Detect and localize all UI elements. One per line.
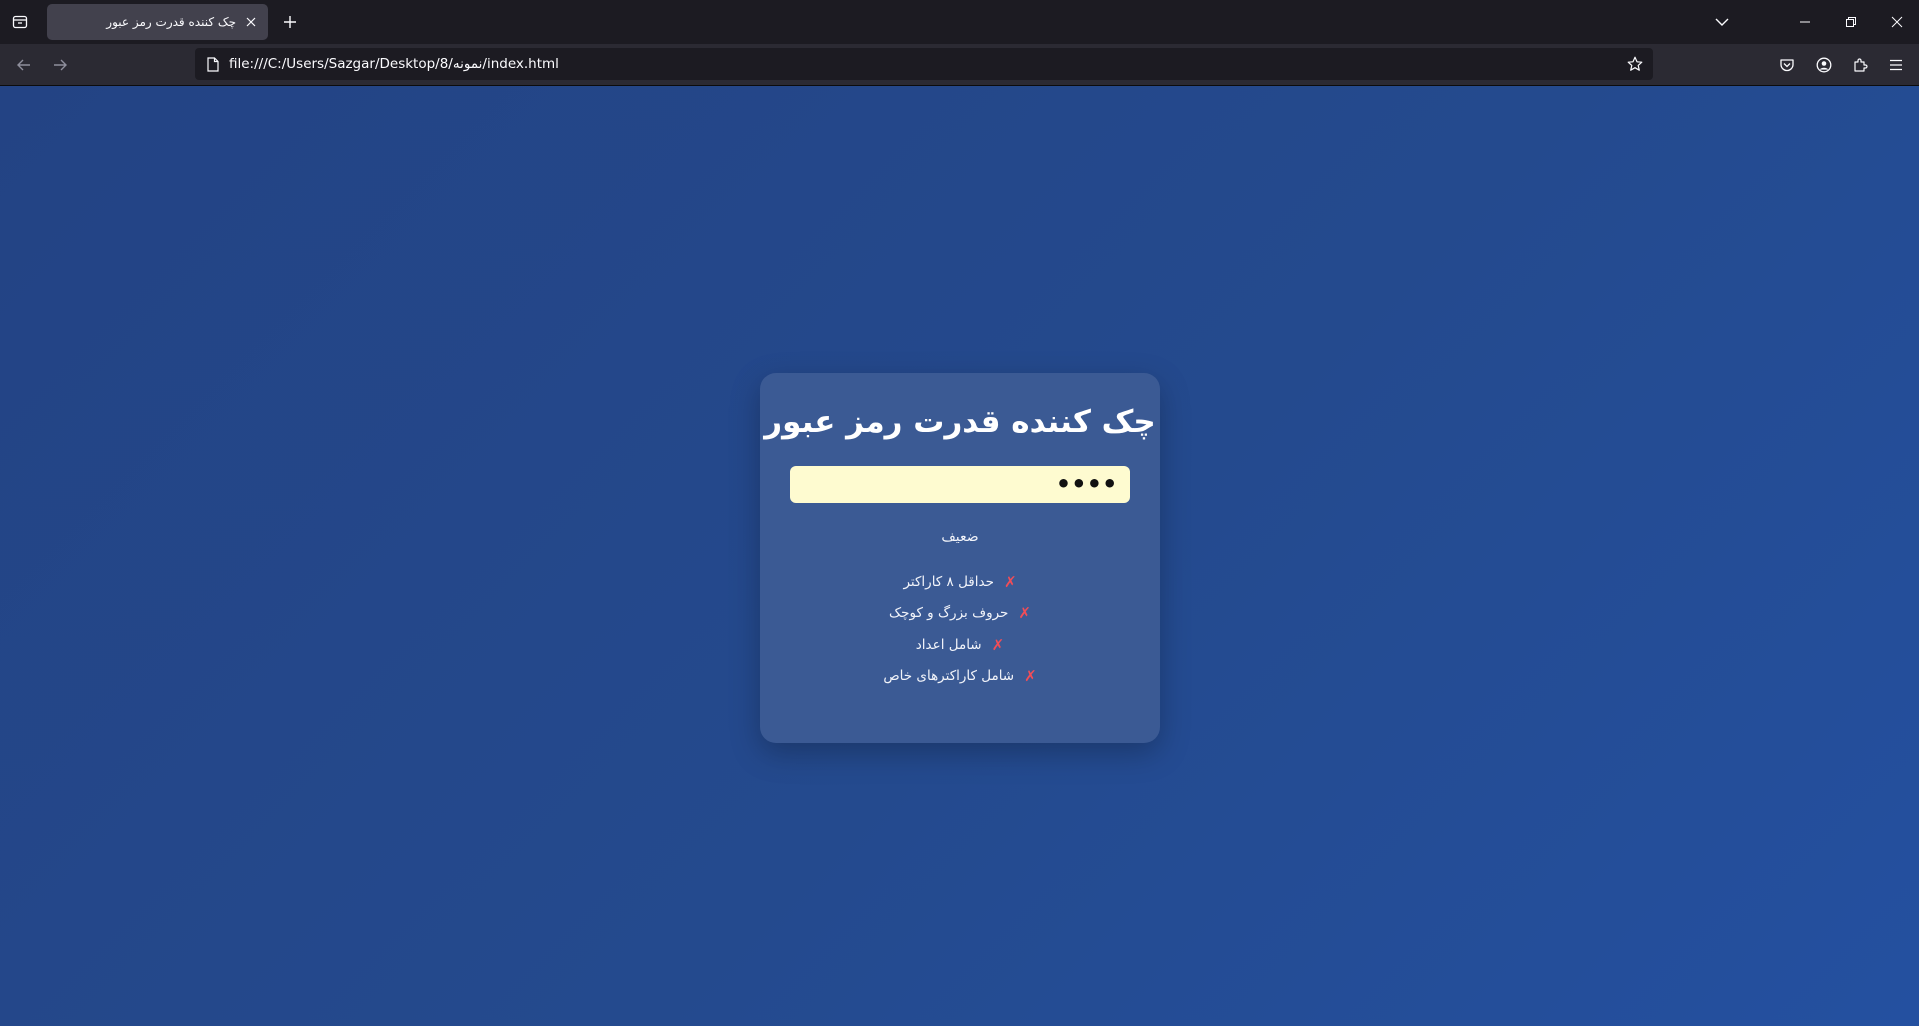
password-input[interactable] [790,466,1130,503]
tab-strip: چک کننده قدرت رمز عبور [0,0,1919,44]
requirement-label: حداقل ۸ کاراکتر [903,573,994,590]
firefox-view-icon[interactable] [8,8,32,36]
requirements-list: ✗ حداقل ۸ کاراکتر ✗ حروف بزرگ و کوچک ✗ ش… [760,566,1160,692]
tab-title: چک کننده قدرت رمز عبور [106,15,236,29]
requirement-label: حروف بزرگ و کوچک [889,605,1009,622]
strength-label: ضعیف [941,529,979,545]
fail-x-icon: ✗ [1018,604,1031,623]
tab-active[interactable]: چک کننده قدرت رمز عبور [47,4,268,40]
requirement-numbers: ✗ شامل اعداد [760,629,1160,661]
page-title: چک کننده قدرت رمز عبور [764,404,1156,440]
requirement-label: شامل اعداد [915,636,982,653]
chevron-down-icon[interactable] [1710,9,1734,35]
extensions-icon[interactable] [1847,52,1873,78]
fail-x-icon: ✗ [1003,572,1017,591]
hamburger-menu-icon[interactable] [1883,52,1909,78]
url-bar[interactable]: file:///C:/Users/Sazgar/Desktop/8/نمونه/… [195,48,1653,80]
minimize-icon[interactable] [1782,0,1828,44]
new-tab-icon[interactable] [279,9,301,35]
restore-icon[interactable] [1828,0,1874,44]
account-icon[interactable] [1811,52,1837,78]
back-arrow-icon[interactable] [9,50,39,80]
pocket-icon[interactable] [1774,52,1800,78]
close-tab-icon[interactable] [242,13,260,31]
requirement-min-length: ✗ حداقل ۸ کاراکتر [760,566,1160,598]
navigation-toolbar: file:///C:/Users/Sazgar/Desktop/8/نمونه/… [0,44,1919,86]
bookmark-star-icon[interactable] [1625,54,1645,74]
requirement-label: شامل کاراکترهای خاص [883,668,1015,685]
password-checker-card: چک کننده قدرت رمز عبور ضعیف ✗ حداقل ۸ کا… [760,373,1160,743]
requirement-special-chars: ✗ شامل کاراکترهای خاص [760,661,1160,693]
page-icon [204,55,222,73]
forward-arrow-icon[interactable] [45,50,75,80]
close-window-icon[interactable] [1874,0,1919,44]
requirement-mixed-case: ✗ حروف بزرگ و کوچک [760,598,1160,630]
fail-x-icon: ✗ [991,635,1005,654]
url-text[interactable]: file:///C:/Users/Sazgar/Desktop/8/نمونه/… [229,48,559,80]
page-viewport: چک کننده قدرت رمز عبور ضعیف ✗ حداقل ۸ کا… [0,86,1919,1026]
fail-x-icon: ✗ [1024,667,1037,686]
